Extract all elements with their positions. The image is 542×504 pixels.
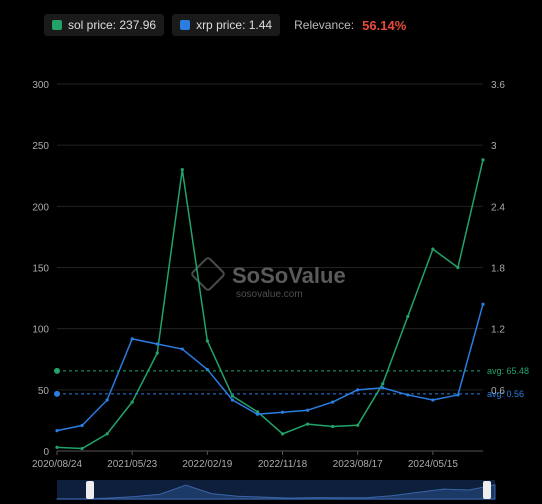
data-point [180,347,184,351]
data-point [305,408,310,412]
data-point [331,424,335,429]
watermark: SoSoValue sosovalue.com [191,257,346,300]
slider-right-handle[interactable] [483,481,491,499]
y-right-tick-label: 1.8 [491,264,505,275]
data-point [481,158,485,162]
range-slider[interactable] [56,480,496,500]
y-left-tick-label: 250 [32,141,49,152]
y-left-tick-label: 200 [32,202,49,213]
y-left-tick-label: 0 [43,447,49,458]
y-axis-left: 0 50 100 150 200 250 300 [32,80,49,458]
data-point [230,394,235,398]
y-right-tick-label: 3.6 [491,80,505,91]
data-point [381,386,385,390]
data-point [381,382,385,386]
data-point [80,423,84,428]
data-point [105,398,109,402]
y-right-tick-label: 1.2 [491,325,505,336]
data-point [356,423,360,427]
x-axis: 2020/08/24 2021/05/23 2022/02/19 2022/11/18… [32,451,458,470]
y-left-tick-label: 100 [32,325,49,336]
data-point [481,302,485,306]
data-point [155,351,159,355]
series-line-xrp-price [56,304,484,432]
avg-label: avg: 65.48 [487,366,529,376]
data-point [130,400,134,404]
y-right-tick-label: 2.4 [491,202,505,213]
data-point [280,410,285,414]
x-tick-label: 2023/08/17 [333,459,383,470]
data-point [80,446,84,451]
series-lines [55,158,485,451]
data-point [130,337,134,341]
price-chart: SoSoValue sosovalue.com avg: 65.48avg: 0… [32,80,529,500]
watermark-url: sosovalue.com [236,289,303,300]
data-point [255,412,260,416]
data-point [230,398,235,402]
y-axis-right: 0.6 1.2 1.8 2.4 3 3.6 [491,80,505,397]
x-tick-label: 2021/05/23 [107,459,157,470]
data-point [456,265,460,270]
data-point [431,398,435,402]
x-tick-label: 2020/08/24 [32,459,82,470]
data-point [356,388,360,392]
watermark-name: SoSoValue [232,263,346,288]
x-tick-label: 2024/05/15 [408,459,458,470]
series-line-sol-price [56,159,484,450]
y-left-tick-label: 50 [38,386,50,397]
x-tick-label: 2022/11/18 [258,459,308,470]
data-point [180,168,184,172]
data-point [55,445,59,449]
y-right-tick-label: 3 [491,141,497,152]
data-point [431,247,435,251]
data-point [406,314,410,319]
avg-marker [54,367,60,374]
slider-left-handle[interactable] [86,481,94,499]
data-point [55,429,59,433]
y-left-tick-label: 150 [32,264,49,275]
data-point [305,422,310,426]
y-right-tick-label: 0.6 [491,386,505,397]
x-tick-label: 2022/02/19 [182,459,232,470]
y-left-tick-label: 300 [32,80,49,91]
data-point [205,339,209,343]
avg-marker [54,390,60,397]
data-point [155,342,159,346]
data-point [280,432,285,436]
data-point [105,432,109,436]
data-point [331,400,335,404]
